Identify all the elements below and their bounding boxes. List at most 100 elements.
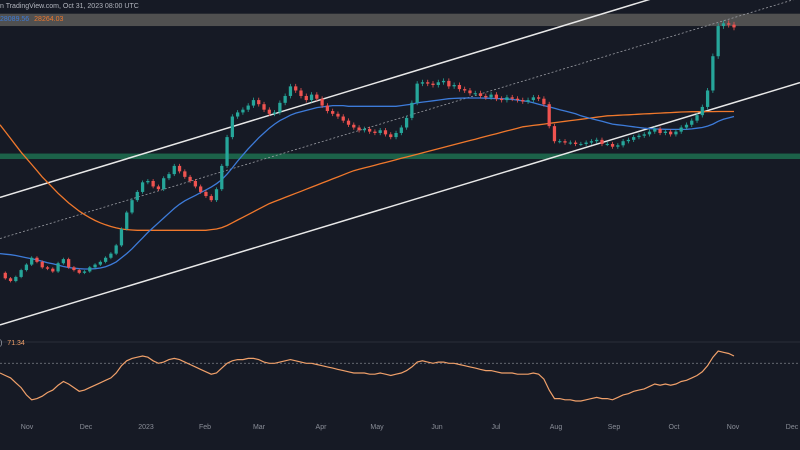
candle-body (589, 141, 594, 143)
candle-body (241, 109, 245, 113)
candle-body (188, 176, 192, 181)
candle-body (362, 128, 366, 131)
candle-body (278, 102, 282, 113)
candle-body (505, 97, 509, 101)
candle-body (109, 253, 113, 258)
candle-body (637, 135, 641, 138)
candle-body (3, 272, 7, 279)
candle-body (151, 180, 155, 187)
candle-body (632, 137, 636, 140)
candle-body (489, 94, 493, 98)
x-axis-label: Dec (786, 424, 799, 431)
candle-body (584, 142, 588, 144)
candle-body (595, 139, 599, 142)
candle-body (172, 165, 176, 175)
candle-body (616, 145, 620, 147)
candle-body (299, 90, 303, 96)
x-axis-label: Nov (727, 424, 740, 431)
rsi-value: 71.34 (7, 340, 25, 347)
candle-body (510, 97, 514, 99)
candle-body (626, 139, 631, 142)
candle-body (610, 143, 615, 147)
candle-body (177, 165, 182, 172)
rsi-header: ) 71.34 (0, 340, 25, 347)
candle-body (230, 116, 234, 138)
candle-body (77, 270, 81, 273)
candle-body (130, 200, 134, 213)
candle-body (24, 264, 29, 271)
candle-body (88, 267, 92, 272)
candle-body (526, 100, 530, 102)
candle-body (267, 109, 271, 114)
candle-body (235, 112, 240, 117)
candle-body (695, 115, 699, 121)
x-axis-label: Sep (608, 424, 621, 431)
candle-body (404, 117, 409, 128)
candle-body (684, 124, 689, 128)
candle-body (246, 105, 250, 110)
candle-body (103, 257, 108, 262)
candle-body (51, 268, 55, 272)
candle-body (283, 95, 287, 103)
candle-body (679, 127, 683, 132)
candle-body (257, 100, 261, 105)
candle-body (452, 85, 456, 87)
candle-body (431, 83, 435, 85)
candle-body (547, 104, 551, 127)
candle-body (167, 174, 171, 179)
candle-body (82, 271, 87, 273)
candle-body (478, 93, 483, 96)
candle-body (199, 186, 203, 192)
candle-body (209, 196, 213, 201)
candle-body (531, 97, 535, 101)
rsi-line (0, 350, 735, 402)
candle-body (114, 245, 118, 254)
candle-body (119, 228, 124, 246)
candle-body (183, 171, 187, 177)
candle-body (705, 90, 710, 107)
candle-body (14, 276, 18, 282)
channel-lower-line (0, 81, 800, 326)
candle-body (447, 80, 451, 87)
candle-body (579, 143, 583, 145)
candle-body (674, 131, 678, 135)
candle-body (204, 191, 208, 197)
candle-body (410, 102, 414, 118)
candle-body (711, 56, 715, 91)
candle-body (663, 131, 667, 133)
candle-body (558, 141, 562, 143)
candle-body (315, 94, 319, 99)
candle-body (394, 132, 398, 138)
candle-body (320, 98, 324, 106)
candle-body (368, 128, 372, 132)
candle-body (304, 95, 308, 101)
ma-orange-value: 28264.03 (34, 16, 64, 23)
x-axis-label: Dec (80, 424, 93, 431)
ma-blue-value: 28089.56 (0, 16, 30, 23)
candle-body (573, 142, 578, 144)
candle-body (341, 116, 345, 121)
candle-body (214, 189, 219, 201)
candle-body (500, 98, 504, 101)
channel-upper-line (0, 0, 651, 199)
ma-orange-line (0, 110, 734, 231)
candle-body (45, 267, 50, 269)
candle-body (61, 259, 66, 264)
x-axis-label: Jul (492, 424, 501, 431)
candle-body (72, 267, 76, 271)
x-axis-label: Jun (431, 424, 442, 431)
candle-body (135, 191, 139, 201)
candle-body (272, 112, 277, 114)
candle-body (331, 111, 335, 114)
candle-body (721, 23, 726, 27)
candle-body (140, 182, 145, 192)
candle-body (700, 106, 704, 116)
candle-body (658, 128, 662, 133)
candle-body (441, 80, 446, 83)
candle-body (146, 180, 150, 183)
candle-body (457, 85, 462, 90)
candle-body (621, 141, 625, 146)
candle-body (357, 127, 361, 131)
candle-body (162, 178, 166, 190)
x-axis-label: 2023 (138, 424, 154, 431)
